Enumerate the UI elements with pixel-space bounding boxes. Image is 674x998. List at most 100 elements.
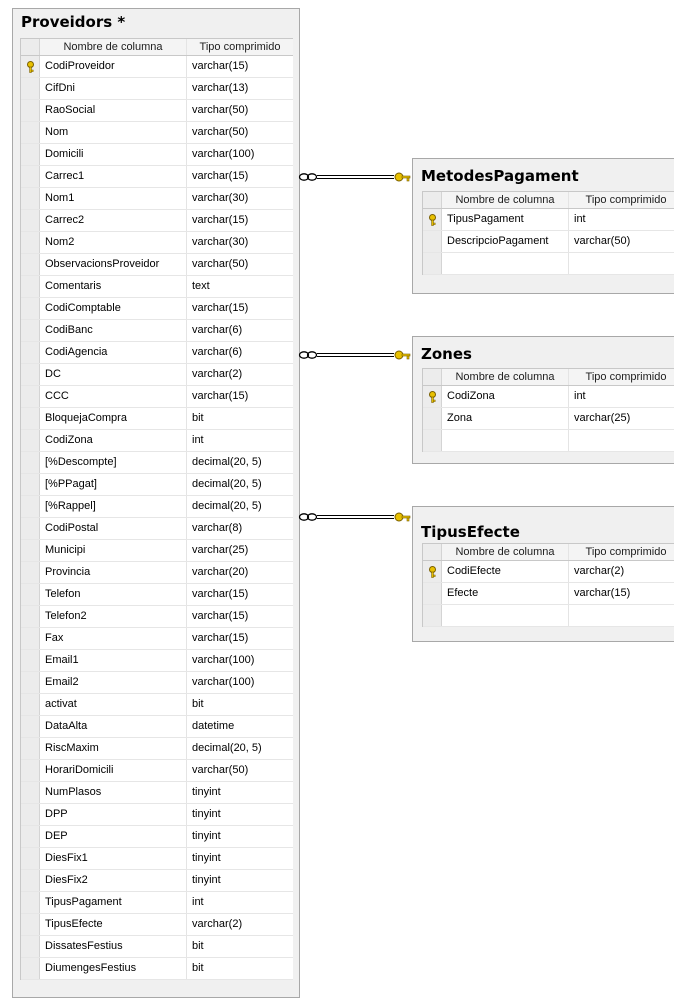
column-type[interactable]: tinyint <box>187 870 293 891</box>
column-name[interactable]: CodiComptable <box>40 298 187 319</box>
column-row[interactable]: Nom1 varchar(30) <box>21 188 293 210</box>
column-row[interactable]: Municipi varchar(25) <box>21 540 293 562</box>
column-name[interactable]: NumPlasos <box>40 782 187 803</box>
columns-grid[interactable]: Nombre de columna Tipo comprimido CodiProv… <box>20 38 293 980</box>
row-selector[interactable] <box>21 848 40 869</box>
column-row[interactable]: CifDni varchar(13) <box>21 78 293 100</box>
column-type[interactable]: varchar(100) <box>187 672 293 693</box>
row-selector[interactable] <box>21 760 40 781</box>
column-name[interactable]: Carrec2 <box>40 210 187 231</box>
row-selector[interactable] <box>21 804 40 825</box>
column-type[interactable]: varchar(100) <box>187 650 293 671</box>
column-type[interactable]: varchar(6) <box>187 342 293 363</box>
column-type[interactable]: varchar(13) <box>187 78 293 99</box>
column-name[interactable]: Zona <box>442 408 569 429</box>
column-row[interactable]: RaoSocial varchar(50) <box>21 100 293 122</box>
row-selector[interactable] <box>423 209 442 230</box>
header-type[interactable]: Tipo comprimido <box>569 544 674 560</box>
column-type[interactable]: tinyint <box>187 848 293 869</box>
column-name[interactable]: CCC <box>40 386 187 407</box>
column-name[interactable]: Fax <box>40 628 187 649</box>
column-type[interactable]: varchar(50) <box>569 231 674 252</box>
column-name[interactable]: DiesFix2 <box>40 870 187 891</box>
column-name[interactable]: CodiZona <box>442 386 569 407</box>
column-row[interactable]: activat bit <box>21 694 293 716</box>
column-row[interactable]: DataAlta datetime <box>21 716 293 738</box>
row-selector[interactable] <box>21 408 40 429</box>
column-row[interactable]: Nom varchar(50) <box>21 122 293 144</box>
column-row[interactable]: ObservacionsProveidor varchar(50) <box>21 254 293 276</box>
column-type[interactable]: bit <box>187 408 293 429</box>
column-row[interactable]: TipusPagament int <box>21 892 293 914</box>
column-type[interactable]: int <box>569 209 674 230</box>
header-type[interactable]: Tipo comprimido <box>569 369 674 385</box>
row-selector[interactable] <box>21 694 40 715</box>
column-name[interactable]: DiesFix1 <box>40 848 187 869</box>
row-selector[interactable] <box>423 605 442 626</box>
column-type[interactable]: bit <box>187 936 293 957</box>
column-name[interactable]: DC <box>40 364 187 385</box>
column-row[interactable]: DC varchar(2) <box>21 364 293 386</box>
column-name[interactable]: Efecte <box>442 583 569 604</box>
column-type[interactable]: varchar(15) <box>187 298 293 319</box>
row-selector[interactable] <box>21 210 40 231</box>
column-name[interactable]: TipusPagament <box>40 892 187 913</box>
column-name[interactable]: DPP <box>40 804 187 825</box>
column-row[interactable]: Email1 varchar(100) <box>21 650 293 672</box>
column-name[interactable]: DescripcioPagament <box>442 231 569 252</box>
column-type[interactable]: varchar(2) <box>569 561 674 582</box>
column-row[interactable]: TipusPagament int <box>423 209 674 231</box>
column-type[interactable]: decimal(20, 5) <box>187 496 293 517</box>
column-name[interactable] <box>442 253 569 274</box>
column-row[interactable] <box>423 605 674 627</box>
column-type[interactable]: varchar(20) <box>187 562 293 583</box>
column-name[interactable]: DiumengesFestius <box>40 958 187 979</box>
column-type[interactable]: varchar(15) <box>187 584 293 605</box>
column-name[interactable]: Telefon2 <box>40 606 187 627</box>
column-name[interactable]: CodiProveidor <box>40 56 187 77</box>
column-row[interactable] <box>423 430 674 452</box>
column-row[interactable]: [%Descompte] decimal(20, 5) <box>21 452 293 474</box>
row-selector[interactable] <box>21 782 40 803</box>
row-selector[interactable] <box>21 298 40 319</box>
column-row[interactable]: [%PPagat] decimal(20, 5) <box>21 474 293 496</box>
column-type[interactable]: varchar(2) <box>187 364 293 385</box>
row-selector[interactable] <box>423 386 442 407</box>
columns-grid[interactable]: Nombre de columna Tipo comprimido TipusPag… <box>422 191 674 275</box>
column-name[interactable]: Nom <box>40 122 187 143</box>
column-row[interactable]: RiscMaxim decimal(20, 5) <box>21 738 293 760</box>
column-name[interactable]: CodiBanc <box>40 320 187 341</box>
row-selector[interactable] <box>21 430 40 451</box>
column-name[interactable]: CodiAgencia <box>40 342 187 363</box>
column-name[interactable]: DEP <box>40 826 187 847</box>
relationship-metodes-pagament[interactable] <box>298 167 414 187</box>
row-selector[interactable] <box>21 738 40 759</box>
column-name[interactable]: Carrec1 <box>40 166 187 187</box>
column-type[interactable]: varchar(50) <box>187 122 293 143</box>
row-selector[interactable] <box>21 78 40 99</box>
column-type[interactable]: bit <box>187 958 293 979</box>
column-name[interactable]: CodiEfecte <box>442 561 569 582</box>
column-type[interactable]: bit <box>187 694 293 715</box>
row-selector[interactable] <box>21 892 40 913</box>
column-row[interactable]: CodiPostal varchar(8) <box>21 518 293 540</box>
row-selector[interactable] <box>21 320 40 341</box>
column-name[interactable]: Email1 <box>40 650 187 671</box>
column-row[interactable]: Telefon varchar(15) <box>21 584 293 606</box>
row-selector[interactable] <box>21 826 40 847</box>
column-type[interactable]: datetime <box>187 716 293 737</box>
column-row[interactable]: [%Rappel] decimal(20, 5) <box>21 496 293 518</box>
column-row[interactable]: Nom2 varchar(30) <box>21 232 293 254</box>
row-selector[interactable] <box>21 606 40 627</box>
column-type[interactable]: tinyint <box>187 804 293 825</box>
column-name[interactable]: CodiPostal <box>40 518 187 539</box>
row-selector[interactable] <box>21 144 40 165</box>
row-selector[interactable] <box>21 914 40 935</box>
column-type[interactable]: int <box>187 430 293 451</box>
column-type[interactable]: varchar(6) <box>187 320 293 341</box>
column-row[interactable]: Provincia varchar(20) <box>21 562 293 584</box>
column-row[interactable]: CodiZona int <box>21 430 293 452</box>
column-row[interactable] <box>423 253 674 275</box>
column-name[interactable]: Email2 <box>40 672 187 693</box>
column-name[interactable]: DissatesFestius <box>40 936 187 957</box>
